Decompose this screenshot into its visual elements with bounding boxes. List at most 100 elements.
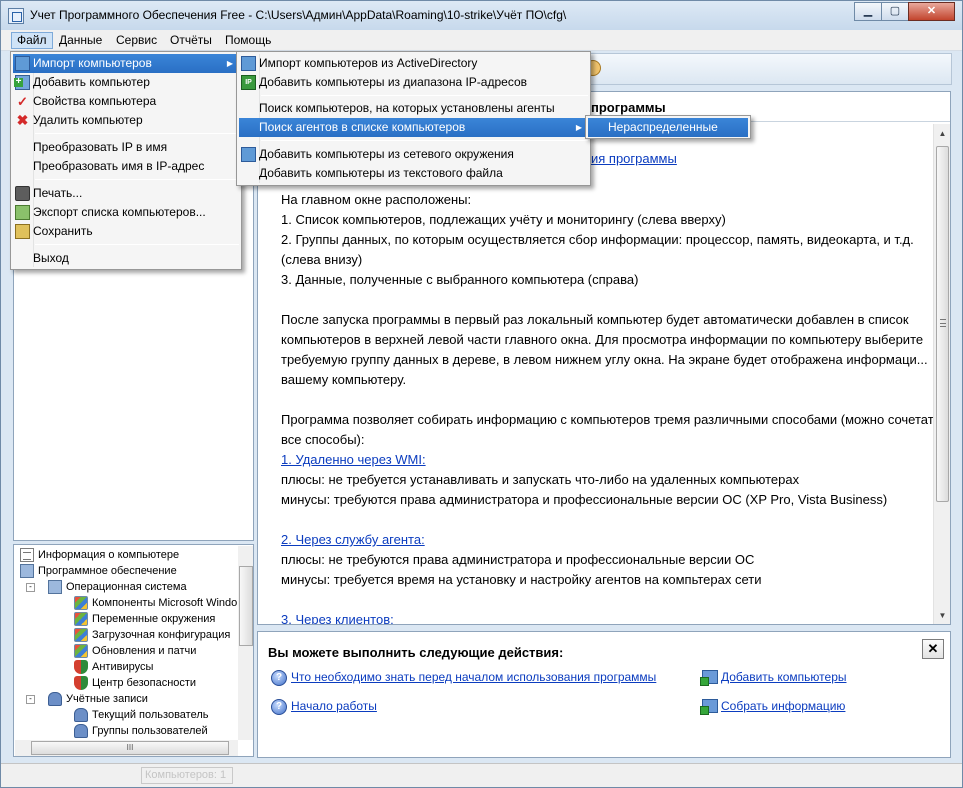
menu-file[interactable]: Файл (11, 32, 53, 49)
menu-item-ip-to-name[interactable]: Преобразовать IP в имя (13, 138, 239, 157)
app-icon (8, 8, 24, 24)
info-panel-scrollbar[interactable]: ▲ ▼ (933, 124, 950, 624)
agent-method-link[interactable]: 2. Через службу агента: (281, 532, 425, 547)
menu-item-label: Добавить компьютеры из диапазона IP-адре… (259, 75, 528, 89)
menu-item-label: Добавить компьютеры из текстового файла (259, 166, 503, 180)
collect-info-link[interactable]: Собрать информацию (721, 699, 845, 713)
scroll-down-arrow[interactable]: ▼ (934, 608, 950, 624)
text-line: Программа позволяет собирать информацию … (281, 412, 941, 427)
tree-node[interactable]: Программное обеспечение (20, 563, 177, 579)
info-panel-body: На главном окне расположены: 1. Список к… (258, 122, 940, 624)
tree-node-label: Переменные окружения (92, 613, 216, 625)
os-icon (48, 580, 62, 594)
what-to-know-link[interactable]: Что необходимо знать перед началом испол… (291, 670, 656, 684)
menu-item-print[interactable]: Печать... (13, 184, 239, 203)
menu-item-export[interactable]: Экспорт списка компьютеров... (13, 203, 239, 222)
users-icon (74, 724, 88, 738)
tree-node-label: Центр безопасности (92, 677, 197, 689)
getting-started-link[interactable]: Начало работы (291, 699, 377, 713)
collapse-toggle[interactable]: - (26, 583, 35, 592)
tree-node[interactable]: Центр безопасности (74, 675, 197, 691)
text-line: компьютеров в верхней левой части главно… (281, 332, 924, 347)
collapse-toggle[interactable]: - (26, 695, 35, 704)
menu-item-label: Преобразовать IP в имя (33, 140, 168, 154)
import-icon (15, 56, 30, 71)
menu-item-exit[interactable]: Выход (13, 249, 239, 268)
wmi-method-link[interactable]: 1. Удаленно через WMI: (281, 452, 426, 467)
menu-item-label: Поиск агентов в списке компьютеров (259, 120, 466, 134)
menu-item-label: Печать... (33, 186, 83, 200)
maximize-button[interactable]: ▢ (881, 2, 909, 21)
menu-item-add-computer[interactable]: Добавить компьютер (13, 73, 239, 92)
menu-item-from-text-file[interactable]: Добавить компьютеры из текстового файла (239, 164, 588, 183)
menu-item-label: Импорт компьютеров из ActiveDirectory (259, 56, 478, 70)
shield-icon (74, 660, 88, 674)
menu-item-find-with-agents[interactable]: Поиск компьютеров, на которых установлен… (239, 99, 588, 118)
menu-item-name-to-ip[interactable]: Преобразовать имя в IP-адрес (13, 157, 239, 176)
tree-node[interactable]: Компоненты Microsoft Windo (74, 595, 237, 611)
add-computer-icon (700, 670, 718, 686)
import-submenu: Импорт компьютеров из ActiveDirectory IP… (236, 51, 591, 186)
data-groups-tree[interactable]: Информация о компьютере Программное обес… (13, 544, 254, 757)
scroll-thumb[interactable] (936, 146, 949, 502)
scroll-up-arrow[interactable]: ▲ (934, 126, 950, 142)
tree-node[interactable]: Группы пользователей (74, 723, 208, 739)
tree-node[interactable]: Загрузочная конфигурация (74, 627, 230, 643)
menu-item-find-agents-in-list[interactable]: Поиск агентов в списке компьютеров ▶ (239, 118, 588, 137)
help-icon: ? (271, 699, 287, 715)
menu-item-delete-computer[interactable]: ✖ Удалить компьютер (13, 111, 239, 130)
tree-scroll-thumb[interactable] (239, 566, 253, 646)
save-icon (15, 224, 30, 239)
ip-range-icon: IP (241, 75, 256, 90)
tree-node[interactable]: Операционная система (48, 579, 187, 595)
software-icon (20, 564, 34, 578)
menu-data[interactable]: Данные (54, 32, 107, 49)
menu-item-label: Удалить компьютер (33, 113, 143, 127)
add-computers-link[interactable]: Добавить компьютеры (721, 670, 847, 684)
menu-service[interactable]: Сервис (111, 32, 162, 49)
active-directory-icon (241, 56, 256, 71)
network-icon (241, 147, 256, 162)
tree-node-label: Информация о компьютере (38, 549, 180, 561)
actions-close-button[interactable]: ✕ (922, 639, 944, 659)
checkmark-icon: ✓ (17, 94, 28, 109)
tree-hscrollbar[interactable]: III (15, 740, 238, 756)
help-icon: ? (271, 670, 287, 686)
tree-node[interactable]: Информация о компьютере (20, 547, 180, 563)
tree-node[interactable]: Переменные окружения (74, 611, 216, 627)
menu-item-label: Добавить компьютеры из сетевого окружени… (259, 147, 514, 161)
close-button[interactable]: ✕ (908, 2, 955, 21)
menu-item-ip-range[interactable]: IP Добавить компьютеры из диапазона IP-ад… (239, 73, 588, 92)
text-line: минусы: требуется время на установку и н… (281, 572, 762, 587)
print-icon (15, 186, 30, 201)
actions-title: Вы можете выполнить следующие действия: (268, 645, 564, 660)
menu-item-label: Преобразовать имя в IP-адрес (33, 159, 205, 173)
menu-help[interactable]: Помощь (220, 32, 276, 49)
add-computer-icon (14, 75, 30, 90)
agents-submenu: Нераспределенные (585, 115, 751, 139)
menu-item-unassigned[interactable]: Нераспределенные (588, 118, 748, 137)
tree-node[interactable]: Текущий пользователь (74, 707, 208, 723)
menu-item-import-ad[interactable]: Импорт компьютеров из ActiveDirectory (239, 54, 588, 73)
tree-node[interactable]: Антивирусы (74, 659, 153, 675)
menu-item-label: Экспорт списка компьютеров... (33, 205, 206, 219)
tree-hscroll-thumb[interactable]: III (31, 741, 229, 755)
menu-reports[interactable]: Отчёты (165, 32, 217, 49)
text-line: вашему компьютеру. (281, 372, 407, 387)
file-menu: Импорт компьютеров ▶ Добавить компьютер ✓… (10, 51, 242, 270)
menu-item-network-neighborhood[interactable]: Добавить компьютеры из сетевого окружени… (239, 145, 588, 164)
client-method-link[interactable]: 3. Через клиентов: (281, 612, 394, 624)
menu-item-save[interactable]: Сохранить (13, 222, 239, 241)
tree-node[interactable]: Учётные записи (48, 691, 148, 707)
tree-node[interactable]: Обновления и патчи (74, 643, 196, 659)
text-line: 1. Список компьютеров, подлежащих учёту … (281, 212, 726, 227)
windows-icon (74, 644, 88, 658)
menu-item-computer-properties[interactable]: ✓ Свойства компьютера (13, 92, 239, 111)
tree-vscrollbar[interactable] (238, 546, 253, 740)
user-icon (74, 708, 88, 722)
minimize-button[interactable]: ▁ (854, 2, 882, 21)
export-icon (15, 205, 30, 220)
text-line: (слева внизу) (281, 252, 363, 267)
menu-item-import-computers[interactable]: Импорт компьютеров ▶ (13, 54, 239, 73)
text-line: все способы): (281, 432, 365, 447)
